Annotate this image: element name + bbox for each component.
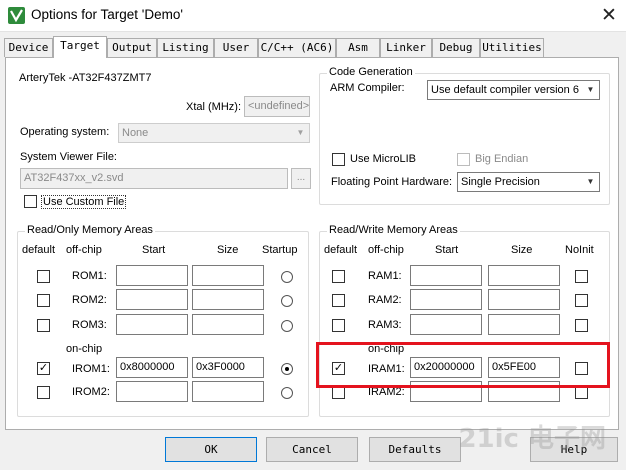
code-generation-group: Code Generation ARM Compiler: Use defaul… [319,66,610,205]
ram3-label: RAM3: [368,319,402,331]
ram1-default-checkbox[interactable] [332,270,345,283]
rom-areas-title: Read/Only Memory Areas [25,224,155,236]
iram1-highlight-box [316,342,610,388]
tab-cc-ac6[interactable]: C/C++ (AC6) [258,38,336,57]
use-custom-file-label: Use Custom File [41,195,127,209]
irom2-startup-radio[interactable] [281,387,293,399]
irom1-size-field[interactable]: 0x3F0000 [192,357,264,378]
irom1-default-checkbox[interactable]: ✓ [37,362,50,375]
irom1-label: IROM1: [72,363,110,375]
ram-header-noinit: NoInit [565,244,594,256]
site-watermark: 21ic 电子网 [458,424,606,454]
rom-header-default: default [22,244,56,256]
irom2-start-field[interactable] [116,381,188,402]
use-custom-file-checkbox[interactable] [24,195,37,208]
rom2-label: ROM2: [72,294,107,306]
ram2-label: RAM2: [368,294,402,306]
rom-header-offchip: off-chip [66,244,102,256]
ram-header-start: Start [435,244,459,256]
ok-button[interactable]: OK [165,437,257,462]
tab-target[interactable]: Target [53,36,107,58]
irom2-default-checkbox[interactable] [37,386,50,399]
cancel-button[interactable]: Cancel [266,437,358,462]
rom3-default-checkbox[interactable] [37,319,50,332]
rom-onchip-label: on-chip [66,343,103,355]
rom2-startup-radio[interactable] [281,295,293,307]
ram2-size-field[interactable] [488,289,560,310]
rom3-startup-radio[interactable] [281,320,293,332]
fpu-label: Floating Point Hardware: [331,176,453,188]
device-name: ArteryTek -AT32F437ZMT7 [19,72,152,84]
tab-debug[interactable]: Debug [432,38,480,57]
rom-header-startup: Startup [262,244,298,256]
big-endian-checkbox[interactable] [457,153,470,166]
rom1-size-field[interactable] [192,265,264,286]
ram3-noinit-checkbox[interactable] [575,319,588,332]
tab-linker[interactable]: Linker [380,38,432,57]
compiler-select[interactable]: Use default compiler version 6 ▼ [427,80,600,100]
chevron-down-icon: ▼ [586,85,595,94]
ram3-default-checkbox[interactable] [332,319,345,332]
ram2-default-checkbox[interactable] [332,294,345,307]
ram3-start-field[interactable] [410,314,482,335]
irom2-size-field[interactable] [192,381,264,402]
xtal-label: Xtal (MHz): [186,101,241,113]
rom-header-size: Size [217,244,239,256]
rom1-start-field[interactable] [116,265,188,286]
compiler-value: Use default compiler version 6 [431,84,579,96]
chevron-down-icon: ▼ [296,128,305,137]
os-value: None [122,127,149,139]
ram-areas-title: Read/Write Memory Areas [327,224,460,236]
use-microlib-checkbox[interactable] [332,153,345,166]
tab-utilities[interactable]: Utilities [480,38,544,57]
rom2-default-checkbox[interactable] [37,294,50,307]
fpu-select[interactable]: Single Precision ▼ [457,172,600,192]
rom1-startup-radio[interactable] [281,271,293,283]
browse-button[interactable]: ... [291,168,311,189]
ram1-start-field[interactable] [410,265,482,286]
ram-header-size: Size [511,244,533,256]
tab-listing[interactable]: Listing [157,38,214,57]
xtal-field[interactable]: <undefined> [244,96,310,117]
rom-areas-group: Read/Only Memory Areas default off-chip … [17,224,309,417]
rom2-size-field[interactable] [192,289,264,310]
ram1-size-field[interactable] [488,265,560,286]
ram-areas-group: Read/Write Memory Areas default off-chip… [319,224,610,417]
code-generation-title: Code Generation [327,66,415,78]
close-icon[interactable]: ✕ [596,3,622,29]
rom3-start-field[interactable] [116,314,188,335]
tab-user[interactable]: User [214,38,258,57]
big-endian-label: Big Endian [475,153,529,165]
window-title: Options for Target 'Demo' [31,7,183,22]
ram2-noinit-checkbox[interactable] [575,294,588,307]
rom1-label: ROM1: [72,270,107,282]
tab-output[interactable]: Output [107,38,157,57]
os-label: Operating system: [20,126,110,138]
rom3-size-field[interactable] [192,314,264,335]
defaults-button[interactable]: Defaults [369,437,461,462]
svd-field[interactable]: AT32F437xx_v2.svd [20,168,288,189]
tab-device[interactable]: Device [4,38,53,57]
rom1-default-checkbox[interactable] [37,270,50,283]
tab-asm[interactable]: Asm [336,38,380,57]
rom2-start-field[interactable] [116,289,188,310]
ram1-noinit-checkbox[interactable] [575,270,588,283]
ram-header-default: default [324,244,358,256]
ram2-start-field[interactable] [410,289,482,310]
chevron-down-icon: ▼ [586,177,595,186]
irom1-startup-radio[interactable] [281,363,293,375]
fpu-value: Single Precision [461,176,540,188]
rom-header-start: Start [142,244,166,256]
ram1-label: RAM1: [368,270,402,282]
irom1-start-field[interactable]: 0x8000000 [116,357,188,378]
compiler-label: ARM Compiler: [330,82,405,94]
rom3-label: ROM3: [72,319,107,331]
use-microlib-label: Use MicroLIB [350,153,417,165]
keil-app-icon [8,7,25,24]
ram-header-offchip: off-chip [368,244,404,256]
os-select[interactable]: None ▼ [118,123,310,143]
irom2-label: IROM2: [72,386,110,398]
ram3-size-field[interactable] [488,314,560,335]
svd-label: System Viewer File: [20,151,117,163]
